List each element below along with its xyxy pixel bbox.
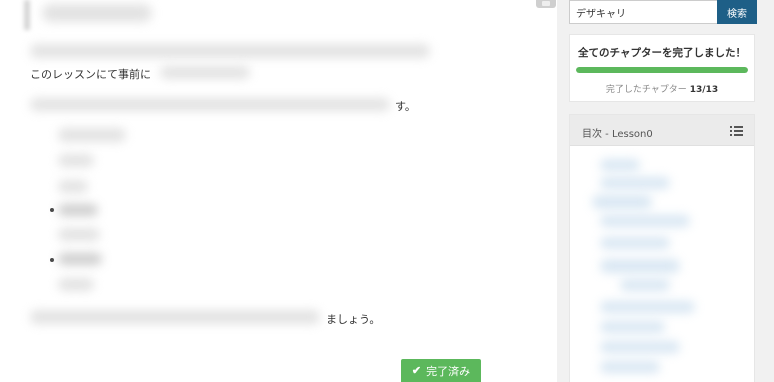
progress-count: 13/13 — [689, 85, 719, 95]
blurred-list-item — [58, 228, 100, 241]
blurred-list-item — [58, 180, 88, 193]
complete-button[interactable]: ✔ 完了済み — [401, 359, 481, 382]
toc-item[interactable] — [600, 301, 695, 313]
heading-accent-bar — [24, 0, 30, 30]
sidebar: 検索 全てのチャプターを完了しました！ 完了したチャプター13/13 目次 - … — [557, 0, 774, 382]
blurred-list-item — [58, 278, 94, 291]
search-input[interactable] — [569, 0, 717, 24]
blurred-text — [30, 44, 430, 58]
collapse-tab[interactable] — [536, 0, 556, 8]
list-bullet — [50, 258, 54, 262]
search-bar: 検索 — [569, 0, 757, 24]
blurred-heading — [42, 4, 152, 22]
progress-bar-fill — [576, 67, 748, 73]
toc-item[interactable] — [592, 195, 652, 209]
blurred-list-item — [58, 128, 126, 142]
progress-card: 全てのチャプターを完了しました！ 完了したチャプター 13/13 — [569, 34, 755, 102]
progress-title: 全てのチャプターを完了しました！ — [578, 47, 746, 59]
toc-header: 目次 - Lesson0 — [570, 115, 754, 146]
blurred-text — [160, 66, 250, 79]
blurred-list-item — [58, 154, 94, 167]
search-button[interactable]: 検索 — [717, 0, 757, 24]
progress-label: 完了したチャプター — [605, 85, 687, 95]
blurred-list-item — [58, 204, 98, 216]
complete-button-label: 完了済み — [426, 365, 471, 378]
toc-item[interactable] — [600, 341, 680, 353]
toc-item[interactable] — [600, 237, 670, 249]
list-bullet — [50, 208, 54, 212]
toc-item[interactable] — [600, 259, 680, 273]
toc-item[interactable] — [600, 361, 660, 373]
lesson-text-line: このレッスンにて事前に — [30, 68, 151, 81]
blurred-list-item — [58, 253, 102, 265]
toc-item[interactable] — [600, 177, 670, 189]
toc-item[interactable] — [600, 159, 640, 171]
progress-bar — [576, 67, 748, 73]
toc-item[interactable] — [600, 321, 665, 333]
list-icon[interactable] — [730, 126, 743, 136]
lesson-text-line: ましょう。 — [326, 313, 381, 326]
toc-item[interactable] — [620, 279, 670, 291]
check-icon: ✔ — [411, 365, 422, 377]
lesson-content: このレッスンにて事前に す。 ましょう。 ✔ 完了済み — [0, 0, 535, 382]
lesson-text-line: す。 — [395, 100, 416, 113]
toc-title: 目次 - Lesson0 — [582, 129, 653, 140]
blurred-text — [30, 310, 320, 324]
table-of-contents: 目次 - Lesson0 — [569, 114, 755, 382]
blurred-text — [30, 98, 390, 111]
toc-item[interactable] — [600, 215, 690, 227]
progress-summary: 完了したチャプター 13/13 — [570, 82, 754, 95]
